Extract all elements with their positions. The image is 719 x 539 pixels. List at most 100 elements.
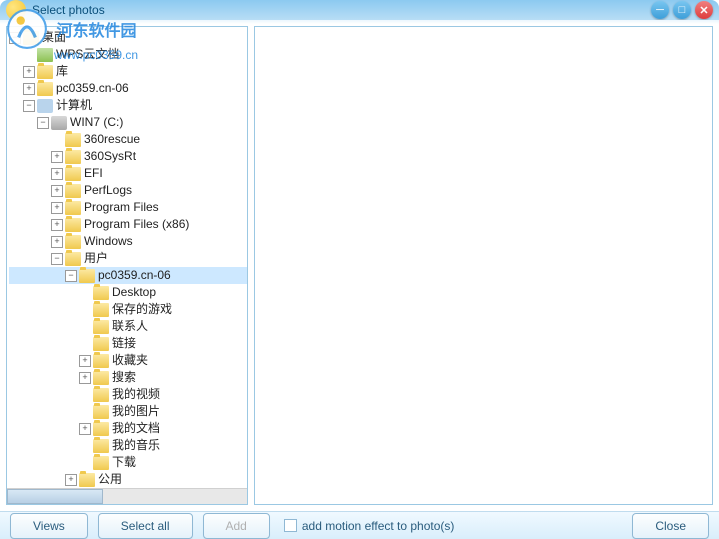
folder-icon xyxy=(79,473,95,487)
tree-node-label: 搜索 xyxy=(112,369,136,386)
folder-icon xyxy=(65,252,81,266)
tree-node[interactable]: 下载 xyxy=(9,454,247,471)
views-button[interactable]: Views xyxy=(10,513,88,539)
expand-toggle[interactable]: − xyxy=(37,117,49,129)
tree-node[interactable]: + Program Files xyxy=(9,199,247,216)
tree-node-label: 公用 xyxy=(98,471,122,488)
folder-icon xyxy=(65,218,81,232)
folder-icon xyxy=(93,303,109,317)
footer-toolbar: Views Select all Add add motion effect t… xyxy=(0,511,719,539)
app-icon xyxy=(6,0,26,20)
expand-toggle[interactable]: + xyxy=(51,168,63,180)
photo-preview-panel xyxy=(254,26,713,505)
tree-node[interactable]: 链接 xyxy=(9,335,247,352)
close-button[interactable]: Close xyxy=(632,513,709,539)
tree-node-label: PerfLogs xyxy=(84,182,132,199)
tree-node-label: 我的视频 xyxy=(112,386,160,403)
folder-icon xyxy=(65,201,81,215)
tree-node[interactable]: + PerfLogs xyxy=(9,182,247,199)
expand-toggle[interactable]: − xyxy=(51,253,63,265)
window-title: Select photos xyxy=(32,3,651,17)
folder-icon xyxy=(23,31,39,45)
tree-node[interactable]: WPS云文档 xyxy=(9,46,247,63)
tree-node[interactable]: + 搜索 xyxy=(9,369,247,386)
tree-node-label: Program Files (x86) xyxy=(84,216,189,233)
tree-node[interactable]: +EFI xyxy=(9,165,247,182)
minimize-button[interactable]: ─ xyxy=(651,1,669,19)
tree-node-label: 用户 xyxy=(84,250,108,267)
tree-node[interactable]: 保存的游戏 xyxy=(9,301,247,318)
tree-node[interactable]: − 计算机 xyxy=(9,97,247,114)
folder-icon xyxy=(65,133,81,147)
folder-icon xyxy=(93,422,109,436)
select-all-button[interactable]: Select all xyxy=(98,513,193,539)
close-window-button[interactable]: ✕ xyxy=(695,1,713,19)
tree-node[interactable]: −WIN7 (C:) xyxy=(9,114,247,131)
tree-node-label: 保存的游戏 xyxy=(112,301,172,318)
drive-icon xyxy=(51,116,67,130)
expand-toggle[interactable]: − xyxy=(9,32,21,44)
folder-icon xyxy=(93,388,109,402)
expand-toggle[interactable]: + xyxy=(65,474,77,486)
tree-node[interactable]: + Program Files (x86) xyxy=(9,216,247,233)
tree-node-label: Desktop xyxy=(112,284,156,301)
tree-node[interactable]: + 公用 xyxy=(9,471,247,488)
tree-node[interactable]: +库 xyxy=(9,63,247,80)
expand-toggle[interactable]: + xyxy=(51,185,63,197)
motion-effect-checkbox-wrap[interactable]: add motion effect to photo(s) xyxy=(284,519,455,533)
tree-node[interactable]: +pc0359.cn-06 xyxy=(9,80,247,97)
expand-toggle[interactable]: + xyxy=(51,219,63,231)
tree-node-label: 桌面 xyxy=(42,29,66,46)
expand-toggle[interactable]: + xyxy=(23,66,35,78)
folder-icon xyxy=(93,456,109,470)
tree-node[interactable]: +360SysRt xyxy=(9,148,247,165)
tree-node[interactable]: +我的文档 xyxy=(9,420,247,437)
tree-node-label: 收藏夹 xyxy=(112,352,148,369)
tree-node-label: 我的图片 xyxy=(112,403,160,420)
folder-icon xyxy=(93,371,109,385)
add-button[interactable]: Add xyxy=(203,513,270,539)
folder-icon xyxy=(93,405,109,419)
expand-toggle[interactable]: + xyxy=(23,83,35,95)
expand-toggle[interactable]: − xyxy=(65,270,77,282)
titlebar[interactable]: Select photos ─ □ ✕ xyxy=(0,0,719,20)
expand-toggle[interactable]: + xyxy=(51,236,63,248)
tree-node[interactable]: +Windows xyxy=(9,233,247,250)
horizontal-scrollbar[interactable] xyxy=(7,488,247,504)
tree-node-label: Program Files xyxy=(84,199,159,216)
tree-node[interactable]: 我的图片 xyxy=(9,403,247,420)
folder-icon xyxy=(65,150,81,164)
folder-icon xyxy=(93,286,109,300)
computer-icon xyxy=(37,99,53,113)
tree-node-label: 360rescue xyxy=(84,131,140,148)
motion-effect-checkbox[interactable] xyxy=(284,519,297,532)
tree-node[interactable]: − 桌面 xyxy=(9,29,247,46)
folder-tree-scroll[interactable]: −桌面WPS云文档+库+pc0359.cn-06−计算机−WIN7 (C:)36… xyxy=(7,27,247,488)
expand-toggle[interactable]: + xyxy=(51,202,63,214)
tree-node-label: 库 xyxy=(56,63,68,80)
expand-toggle[interactable]: + xyxy=(79,355,91,367)
expand-toggle[interactable]: + xyxy=(79,423,91,435)
tree-node-label: pc0359.cn-06 xyxy=(98,267,171,284)
folder-icon xyxy=(93,439,109,453)
expand-toggle[interactable]: + xyxy=(79,372,91,384)
folder-icon xyxy=(93,320,109,334)
scrollbar-thumb[interactable] xyxy=(7,489,103,504)
tree-node[interactable]: 我的音乐 xyxy=(9,437,247,454)
tree-node[interactable]: 联系人 xyxy=(9,318,247,335)
tree-node[interactable]: Desktop xyxy=(9,284,247,301)
tree-node[interactable]: 我的视频 xyxy=(9,386,247,403)
tree-node-label: 计算机 xyxy=(56,97,92,114)
tree-node[interactable]: 360rescue xyxy=(9,131,247,148)
tree-node[interactable]: − pc0359.cn-06 xyxy=(9,267,247,284)
expand-toggle[interactable]: + xyxy=(51,151,63,163)
folder-icon xyxy=(37,82,53,96)
expand-toggle[interactable]: − xyxy=(23,100,35,112)
tree-node-label: 链接 xyxy=(112,335,136,352)
tree-node[interactable]: − 用户 xyxy=(9,250,247,267)
tree-node-label: 联系人 xyxy=(112,318,148,335)
special-icon xyxy=(37,48,53,62)
tree-node[interactable]: + 收藏夹 xyxy=(9,352,247,369)
maximize-button[interactable]: □ xyxy=(673,1,691,19)
folder-icon xyxy=(93,337,109,351)
